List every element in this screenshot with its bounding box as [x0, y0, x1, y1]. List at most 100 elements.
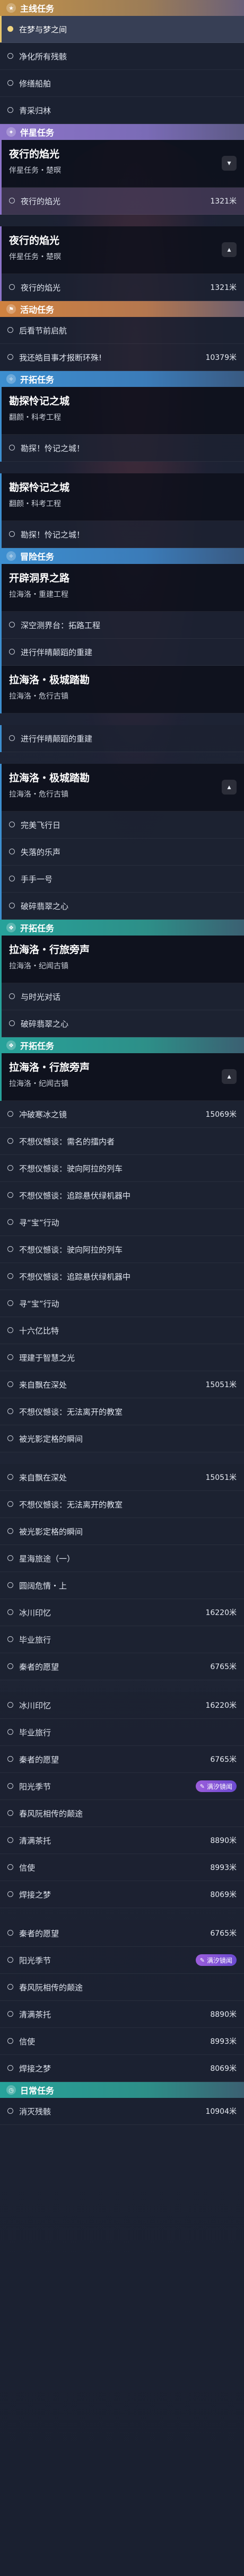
status-dot — [7, 2108, 13, 2114]
list-item[interactable]: 夜行的焰光 1321米 — [2, 274, 244, 301]
list-item[interactable]: 毕业旅行 — [0, 1626, 244, 1653]
quest-card[interactable]: 拉海洛・极城踏勘 拉海洛・危行古镇 ▴ — [2, 764, 244, 811]
list-item[interactable]: 寻“宝”行动 — [0, 1290, 244, 1317]
status-dot — [9, 284, 15, 290]
list-item[interactable]: 勘探！怜记之城！ — [2, 435, 244, 462]
chevron-up-icon[interactable]: ▴ — [222, 1069, 237, 1084]
list-item[interactable]: 不想仪憾谈：追踪悬伏绿机器中 — [0, 1182, 244, 1209]
list-item[interactable]: 夜行的焰光 1321米 — [2, 188, 244, 215]
list-item[interactable]: 被光影定格的瞬间 — [0, 1518, 244, 1545]
list-item[interactable]: 不想仪憾谈：驶向阿拉的列车 — [0, 1155, 244, 1182]
list-item[interactable]: 消灭残骸 10904米 — [0, 2098, 244, 2125]
list-item[interactable]: 不想仪憾谈：驶向阿拉的列车 — [0, 1236, 244, 1263]
list-item[interactable]: 净化所有残骸 — [0, 43, 244, 70]
quest-card[interactable]: 勘探怜记之城 翻颜・科考工程 — [2, 473, 244, 521]
quest-card[interactable]: 勘探怜记之城 翻颜・科考工程 — [2, 387, 244, 435]
quest-icon: ★ — [6, 3, 16, 13]
flag-icon: ⚑ — [6, 304, 16, 314]
list-item[interactable]: 来自飘在深处 15051米 — [0, 1464, 244, 1491]
status-dot — [7, 327, 13, 333]
status-dot — [9, 735, 15, 741]
status-dot — [7, 1810, 13, 1816]
list-item[interactable]: 与时光对话 — [2, 983, 244, 1010]
section-header-trail2: ❖ 开拓任务 — [0, 920, 244, 936]
list-item[interactable]: 破碎翡翠之心 — [2, 1010, 244, 1037]
list-item[interactable]: 星海旅途（一） — [0, 1545, 244, 1572]
list-item[interactable]: 冰川印忆 16220米 — [0, 1692, 244, 1719]
list-item[interactable]: 手手一号 — [2, 866, 244, 893]
quest-card[interactable]: 开辟洞界之路 拉海洛・重建工程 — [2, 564, 244, 612]
quest-card[interactable]: 夜行的焰光 伴星任务・楚暝 ▴ — [2, 226, 244, 274]
list-item[interactable]: 焊接之梦 8069米 — [0, 1881, 244, 1908]
quest-group: 开辟洞界之路 拉海洛・重建工程 深空测界台：拓路工程 进行伴晴颠蹈的重建 拉海洛・… — [0, 564, 244, 713]
status-dot — [7, 1609, 13, 1615]
list-item[interactable]: 阳光季节 ✎ 满汐镜闻 — [0, 1773, 244, 1800]
quest-card[interactable]: 拉海洛・极城踏勘 拉海洛・危行古镇 — [2, 666, 244, 713]
list-item[interactable]: 春风阮相传的颠途 — [0, 1800, 244, 1827]
list-item[interactable]: 勘探！怜记之城！ — [2, 521, 244, 548]
list-item[interactable]: 完美飞行日 — [2, 811, 244, 839]
quest-list-daily: 消灭残骸 10904米 — [0, 2098, 244, 2125]
section-header-trailblaze: ✧ 开拓任务 — [0, 371, 244, 387]
list-item[interactable]: 失落的乐声 — [2, 839, 244, 866]
quest-group: 进行伴晴颠蹈的重建 — [0, 725, 244, 752]
quest-card[interactable]: 拉海洛・行旅旁声 拉海洛・纪闻古镇 — [2, 936, 244, 983]
list-item[interactable]: 清满茶托 8890米 — [0, 1827, 244, 1854]
list-item[interactable]: 十六亿比特 — [0, 1317, 244, 1344]
status-dot — [7, 1555, 13, 1561]
list-item[interactable]: 被光影定格的瞬间 — [0, 1425, 244, 1452]
status-dot — [7, 53, 13, 59]
list-item[interactable]: 不想仪憾谈：追踪悬伏绿机器中 — [0, 1263, 244, 1290]
list-item[interactable]: 修缮船舶 — [0, 70, 244, 97]
list-item[interactable]: 冰川印忆 16220米 — [0, 1599, 244, 1626]
list-item[interactable]: 冲破寒冰之镜 15069米 — [0, 1101, 244, 1128]
list-item[interactable]: 青采归林 — [0, 97, 244, 124]
list-item[interactable]: 不想仪憾谈：需名的擂内者 — [0, 1128, 244, 1155]
status-dot — [7, 1837, 13, 1843]
status-dot — [9, 876, 15, 881]
status-dot — [7, 2011, 13, 2017]
status-dot — [7, 1891, 13, 1897]
status-dot — [7, 1783, 13, 1789]
list-item[interactable]: 进行伴晴颠蹈的重建 — [2, 725, 244, 752]
list-item[interactable]: 信使 8993米 — [0, 1854, 244, 1881]
list-item[interactable]: 后看节前启航 — [0, 317, 244, 344]
list-item[interactable]: 不想仪憾谈：无法离开的教室 — [0, 1398, 244, 1425]
list-item[interactable]: 圆阔危情・上 — [0, 1572, 244, 1599]
status-dot — [7, 1528, 13, 1534]
status-dot — [7, 1702, 13, 1708]
list-item[interactable]: 深空测界台：拓路工程 — [2, 612, 244, 639]
status-dot — [7, 1165, 13, 1171]
list-item[interactable]: 焊接之梦 8069米 — [0, 2055, 244, 2082]
book-icon: ❖ — [6, 923, 16, 932]
list-item[interactable]: 理建于智慧之光 — [0, 1344, 244, 1371]
status-dot — [7, 1957, 13, 1963]
list-item[interactable]: 秦者的愿望 6765米 — [0, 1746, 244, 1773]
list-item[interactable]: 来自飘在深处 15051米 — [0, 1371, 244, 1398]
status-dot — [7, 1435, 13, 1441]
status-dot — [7, 1756, 13, 1762]
list-item[interactable]: 阳光季节 ✎ 满汐镜闻 — [0, 1947, 244, 1974]
quest-card[interactable]: 夜行的焰光 伴星任务・楚暝 ▾ — [2, 140, 244, 188]
list-item[interactable]: 我还皓目事才报断环殊! 10379米 — [0, 344, 244, 371]
quest-group: 拉海洛・行旅旁声 拉海洛・纪闻古镇 ▴ — [0, 1053, 244, 1101]
chevron-down-icon[interactable]: ▾ — [222, 156, 237, 171]
list-item[interactable]: 信使 8993米 — [0, 2028, 244, 2055]
list-item[interactable]: 秦者的愿望 6765米 — [0, 1653, 244, 1680]
list-item[interactable]: 秦者的愿望 6765米 — [0, 1920, 244, 1947]
pen-icon: ✎ — [199, 1783, 205, 1790]
list-item[interactable]: 寻“宝”行动 — [0, 1209, 244, 1236]
book-icon: ❖ — [6, 1040, 16, 1050]
list-item[interactable]: 毕业旅行 — [0, 1719, 244, 1746]
list-item[interactable]: 进行伴晴颠蹈的重建 — [2, 639, 244, 666]
chevron-up-icon[interactable]: ▴ — [222, 242, 237, 257]
list-item[interactable]: 不想仪憾谈：无法离开的教室 — [0, 1491, 244, 1518]
list-item[interactable]: 清满茶托 8890米 — [0, 2001, 244, 2028]
chevron-up-icon[interactable]: ▴ — [222, 780, 237, 795]
list-item[interactable]: 破碎翡翠之心 — [2, 893, 244, 920]
quest-card[interactable]: 拉海洛・行旅旁声 拉海洛・纪闻古镇 ▴ — [2, 1053, 244, 1101]
list-item[interactable]: 在梦与梦之间 — [0, 16, 244, 43]
tag-badge: ✎ 满汐镜闻 — [195, 1954, 237, 1966]
status-dot — [9, 445, 15, 451]
list-item[interactable]: 春风阮相传的颠途 — [0, 1974, 244, 2001]
